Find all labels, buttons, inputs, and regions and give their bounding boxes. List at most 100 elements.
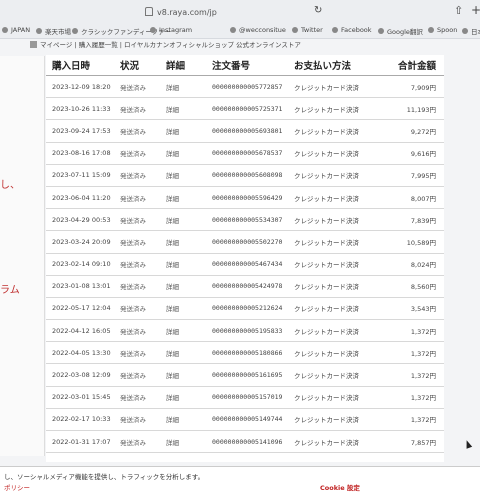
bookmark-item[interactable]: JAPAN: [2, 26, 30, 34]
browser-toolbar: v8.raya.com/jp ↻ ⇧ +: [0, 0, 480, 23]
cell-order-number: 000000000005157019: [206, 386, 288, 409]
detail-link[interactable]: 詳細: [160, 408, 206, 432]
cell-amount: 10,589円: [384, 230, 444, 254]
table-row: 2022-01-31 17:07 発送済み 詳細 000000000005141096…: [46, 430, 444, 454]
bookmark-label: Google翻訳: [387, 28, 423, 36]
cell-order-number: 000000000005502270: [206, 230, 288, 254]
detail-link[interactable]: 詳細: [160, 142, 206, 165]
bookmark-item[interactable]: 日本: [462, 26, 480, 36]
detail-link[interactable]: 詳細: [160, 208, 206, 232]
lock-icon: [145, 7, 153, 16]
bookmark-label: 楽天市場: [45, 28, 71, 36]
address-bar[interactable]: v8.raya.com/jp: [145, 7, 217, 17]
cell-payment: クレジットカード決済: [288, 208, 384, 232]
detail-link[interactable]: 詳細: [160, 164, 206, 187]
bookmark-favicon-icon: [332, 27, 338, 33]
cell-date: 2023-10-26 11:33: [46, 97, 114, 121]
tab-strip[interactable]: マイページ | 購入履歴一覧 | ロイヤルカナンオフィシャルショップ 公式オンラ…: [30, 39, 480, 53]
cell-order-number: 000000000005141096: [206, 430, 288, 454]
reload-icon[interactable]: ↻: [314, 5, 324, 16]
detail-link[interactable]: 詳細: [160, 119, 206, 143]
bookmark-item[interactable]: Twitter: [292, 26, 323, 34]
cell-payment: クレジットカード決済: [288, 297, 384, 321]
cell-status: 発送済み: [114, 230, 160, 254]
cell-order-number: 000000000005467434: [206, 253, 288, 276]
cell-payment: クレジットカード決済: [288, 275, 384, 298]
cell-order-number: 000000000005212624: [206, 297, 288, 321]
cell-payment: クレジットカード決済: [288, 386, 384, 409]
cell-amount: 9,616円: [384, 142, 444, 165]
left-fragment-2: ラム: [0, 285, 20, 296]
detail-link[interactable]: 詳細: [160, 297, 206, 321]
detail-link[interactable]: 詳細: [160, 75, 206, 99]
cell-amount: 8,024円: [384, 253, 444, 276]
mouse-cursor-icon: [463, 439, 473, 449]
cell-payment: クレジットカード決済: [288, 186, 384, 210]
bookmark-item[interactable]: @wecconsitue: [230, 26, 286, 34]
cell-payment: クレジットカード決済: [288, 430, 384, 454]
detail-link[interactable]: 詳細: [160, 186, 206, 210]
new-tab-icon[interactable]: +: [471, 3, 480, 17]
cell-status: 発送済み: [114, 275, 160, 298]
cell-order-number: 000000000005161695: [206, 363, 288, 387]
cell-status: 発送済み: [114, 186, 160, 210]
cell-amount: 7,995円: [384, 164, 444, 187]
cell-status: 発送済み: [114, 341, 160, 365]
header-detail: 詳細: [160, 55, 206, 76]
bookmark-favicon-icon: [36, 28, 42, 34]
cell-status: 発送済み: [114, 386, 160, 409]
bookmark-item[interactable]: Facebook: [332, 26, 372, 34]
detail-link[interactable]: 詳細: [160, 319, 206, 343]
cell-amount: 1,372円: [384, 408, 444, 432]
cell-status: 発送済み: [114, 75, 160, 99]
cell-status: 発送済み: [114, 208, 160, 232]
detail-link[interactable]: 詳細: [160, 97, 206, 121]
cell-amount: 8,560円: [384, 275, 444, 298]
bookmark-label: Facebook: [341, 26, 372, 34]
cookie-banner: し、ソーシャルメディア機能を提供し、トラフィックを分析します。 ポリシー Coo…: [0, 466, 480, 492]
bookmark-item[interactable]: 楽天市場: [36, 26, 71, 36]
table-row: 2023-01-08 13:01 発送済み 詳細 000000000005424978…: [46, 275, 444, 298]
share-icon[interactable]: ⇧: [454, 4, 463, 17]
detail-link[interactable]: 詳細: [160, 230, 206, 254]
table-row: 2022-04-05 13:30 発送済み 詳細 000000000005180866…: [46, 341, 444, 365]
bookmark-item[interactable]: Instagram: [150, 26, 192, 34]
detail-link[interactable]: 詳細: [160, 363, 206, 387]
bookmark-favicon-icon: [150, 27, 156, 33]
table-row: 2022-05-17 12:04 発送済み 詳細 000000000005212624…: [46, 297, 444, 321]
header-status: 状況: [114, 55, 160, 76]
detail-link[interactable]: 詳細: [160, 386, 206, 409]
cell-payment: クレジットカード決済: [288, 363, 384, 387]
detail-link[interactable]: 詳細: [160, 275, 206, 298]
cell-date: 2023-03-24 20:09: [46, 230, 114, 254]
detail-link[interactable]: 詳細: [160, 341, 206, 365]
cell-status: 発送済み: [114, 164, 160, 187]
bookmark-favicon-icon: [292, 27, 298, 33]
table-row: 2023-12-09 18:20 発送済み 詳細 000000000005772857…: [46, 75, 444, 99]
page-favicon: [30, 41, 37, 48]
cell-payment: クレジットカード決済: [288, 319, 384, 343]
cell-payment: クレジットカード決済: [288, 142, 384, 165]
detail-link[interactable]: 詳細: [160, 253, 206, 276]
table-row: 2023-04-29 00:53 発送済み 詳細 000000000005534307…: [46, 208, 444, 232]
table-row: 2023-07-11 15:09 発送済み 詳細 000000000005608098…: [46, 164, 444, 187]
cell-status: 発送済み: [114, 363, 160, 387]
cell-payment: クレジットカード決済: [288, 119, 384, 143]
header-payment: お支払い方法: [288, 55, 384, 76]
cell-date: 2022-01-31 17:07: [46, 430, 114, 454]
cell-amount: 1,372円: [384, 341, 444, 365]
bookmark-label: Twitter: [301, 26, 323, 34]
detail-link[interactable]: 詳細: [160, 430, 206, 454]
cell-status: 発送済み: [114, 142, 160, 165]
cell-order-number: 000000000005149744: [206, 408, 288, 432]
bookmark-item[interactable]: Spoon: [428, 26, 457, 34]
cell-date: 2023-09-24 17:53: [46, 119, 114, 143]
bookmark-item[interactable]: Google翻訳: [378, 26, 423, 36]
cell-payment: クレジットカード決済: [288, 230, 384, 254]
cell-date: 2022-04-05 13:30: [46, 341, 114, 365]
cell-amount: 1,372円: [384, 363, 444, 387]
cell-status: 発送済み: [114, 297, 160, 321]
cell-date: 2022-03-01 15:45: [46, 386, 114, 409]
table-row: 2023-02-14 09:10 発送済み 詳細 000000000005467434…: [46, 253, 444, 276]
bookmark-label: @wecconsitue: [239, 26, 286, 34]
